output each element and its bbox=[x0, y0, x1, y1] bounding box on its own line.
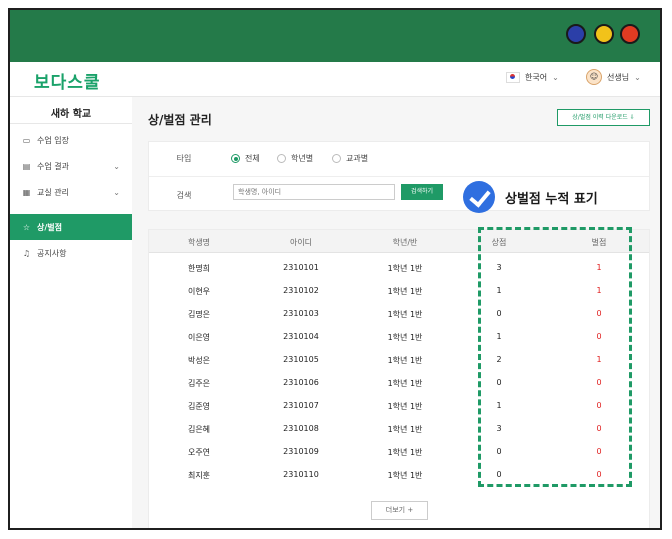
table-cell: 2310110 bbox=[283, 470, 319, 479]
highlight-dashed-box bbox=[478, 227, 632, 487]
column-header: 학생명 bbox=[187, 238, 211, 247]
radio-all[interactable]: 전체 bbox=[231, 153, 260, 164]
download-history-button[interactable]: 상/벌점 이력 다운로드 ⇩ bbox=[557, 109, 650, 126]
sidebar-item-label: 상/벌점 bbox=[37, 222, 63, 232]
table-cell: 2310102 bbox=[283, 286, 319, 295]
app-window: 보다스쿨 한국어 ⌄ ☺ 선생님 ⌄ 새하 학교 ▭ 수업 입장 ▤ 수업 결과… bbox=[8, 8, 662, 530]
radio-by-subject[interactable]: 교과별 bbox=[332, 153, 368, 164]
table-cell: 2310109 bbox=[283, 447, 319, 456]
search-button[interactable]: 검색하기 bbox=[401, 184, 443, 200]
page-title: 상/벌점 관리 bbox=[148, 113, 212, 127]
table-cell: 2310104 bbox=[283, 332, 319, 341]
app-logo[interactable]: 보다스쿨 bbox=[34, 68, 101, 93]
clipboard-icon: ▤ bbox=[22, 161, 31, 171]
table-cell: 1학년 1반 bbox=[387, 402, 423, 411]
sidebar-item-notice[interactable]: ♫ 공지사항 bbox=[10, 240, 132, 266]
table-cell: 1학년 1반 bbox=[387, 264, 423, 273]
chevron-down-icon: ⌄ bbox=[113, 187, 120, 197]
language-label: 한국어 bbox=[525, 73, 548, 82]
table-cell: 2310105 bbox=[283, 355, 319, 364]
load-more-button[interactable]: 더보기 + bbox=[371, 501, 428, 520]
table-cell: 2310103 bbox=[283, 309, 319, 318]
sidebar-item-class-entry[interactable]: ▭ 수업 입장 bbox=[10, 127, 132, 153]
star-icon: ☆ bbox=[22, 222, 31, 232]
window-control-blue[interactable] bbox=[566, 24, 586, 44]
sidebar: 새하 학교 ▭ 수업 입장 ▤ 수업 결과 ⌄ ▦ 교실 관리 ⌄ ☆ 상/벌점… bbox=[10, 97, 133, 528]
search-label: 검색 bbox=[176, 191, 192, 200]
table-cell: 1학년 1반 bbox=[387, 310, 423, 319]
monitor-icon: ▭ bbox=[22, 135, 31, 145]
radio-by-grade[interactable]: 학년별 bbox=[277, 153, 313, 164]
radio-button[interactable] bbox=[231, 154, 240, 163]
bell-icon: ♫ bbox=[22, 248, 31, 258]
table-cell: 2310108 bbox=[283, 424, 319, 433]
sidebar-item-label: 수업 입장 bbox=[37, 135, 69, 145]
callout: 상벌점 누적 표기 bbox=[463, 181, 600, 213]
table-cell: 1학년 1반 bbox=[387, 287, 423, 296]
table-cell: 최지훈 bbox=[187, 471, 211, 480]
radio-label: 전체 bbox=[245, 154, 260, 163]
callout-text: 상벌점 누적 표기 bbox=[503, 187, 600, 207]
sidebar-item-label: 공지사항 bbox=[37, 248, 67, 258]
radio-label: 교과별 bbox=[346, 154, 369, 163]
avatar: ☺ bbox=[586, 69, 602, 85]
korea-flag-icon bbox=[506, 72, 520, 83]
table-cell: 김명은 bbox=[187, 310, 211, 319]
divider bbox=[149, 176, 649, 177]
table-cell: 김준영 bbox=[187, 402, 211, 411]
type-label: 타입 bbox=[176, 154, 192, 163]
chevron-down-icon: ⌄ bbox=[113, 161, 120, 171]
top-navbar: 보다스쿨 한국어 ⌄ ☺ 선생님 ⌄ bbox=[10, 62, 660, 97]
search-input[interactable] bbox=[233, 184, 395, 200]
user-name: 선생님 bbox=[607, 72, 630, 82]
sidebar-item-label: 교실 관리 bbox=[37, 187, 69, 197]
window-control-red[interactable] bbox=[620, 24, 640, 44]
checkmark-icon bbox=[463, 181, 495, 213]
table-cell: 이은영 bbox=[187, 333, 211, 342]
sidebar-item-label: 수업 결과 bbox=[37, 161, 69, 171]
table-cell: 한명희 bbox=[187, 264, 211, 273]
table-cell: 1학년 1반 bbox=[387, 356, 423, 365]
table-cell: 2310106 bbox=[283, 378, 319, 387]
table-cell: 1학년 1반 bbox=[387, 471, 423, 480]
divider bbox=[10, 123, 132, 124]
window-titlebar bbox=[10, 10, 660, 62]
sidebar-item-merit-demerit[interactable]: ☆ 상/벌점 bbox=[10, 214, 132, 240]
sidebar-item-class-results[interactable]: ▤ 수업 결과 ⌄ bbox=[10, 153, 132, 179]
table-cell: 김은혜 bbox=[187, 425, 211, 434]
table-cell: 이현우 bbox=[187, 287, 211, 296]
radio-label: 학년별 bbox=[291, 154, 314, 163]
sidebar-item-classroom[interactable]: ▦ 교실 관리 ⌄ bbox=[10, 179, 132, 205]
table-cell: 2310101 bbox=[283, 263, 319, 272]
language-selector[interactable]: 한국어 ⌄ bbox=[506, 72, 559, 83]
radio-button[interactable] bbox=[332, 154, 341, 163]
user-menu[interactable]: ☺ 선생님 ⌄ bbox=[586, 69, 641, 85]
chevron-down-icon: ⌄ bbox=[552, 73, 559, 82]
table-cell: 2310107 bbox=[283, 401, 319, 410]
table-cell: 1학년 1반 bbox=[387, 333, 423, 342]
table-cell: 박성은 bbox=[187, 356, 211, 365]
radio-button[interactable] bbox=[277, 154, 286, 163]
table-cell: 오주연 bbox=[187, 448, 211, 457]
grid-icon: ▦ bbox=[22, 187, 31, 197]
table-cell: 1학년 1반 bbox=[387, 379, 423, 388]
column-header: 학년/반 bbox=[392, 238, 418, 247]
table-cell: 1학년 1반 bbox=[387, 425, 423, 434]
chevron-down-icon: ⌄ bbox=[634, 72, 641, 82]
school-name: 새하 학교 bbox=[50, 109, 92, 120]
window-control-yellow[interactable] bbox=[594, 24, 614, 44]
table-cell: 1학년 1반 bbox=[387, 448, 423, 457]
table-cell: 김주은 bbox=[187, 379, 211, 388]
column-header: 아이디 bbox=[289, 238, 313, 247]
